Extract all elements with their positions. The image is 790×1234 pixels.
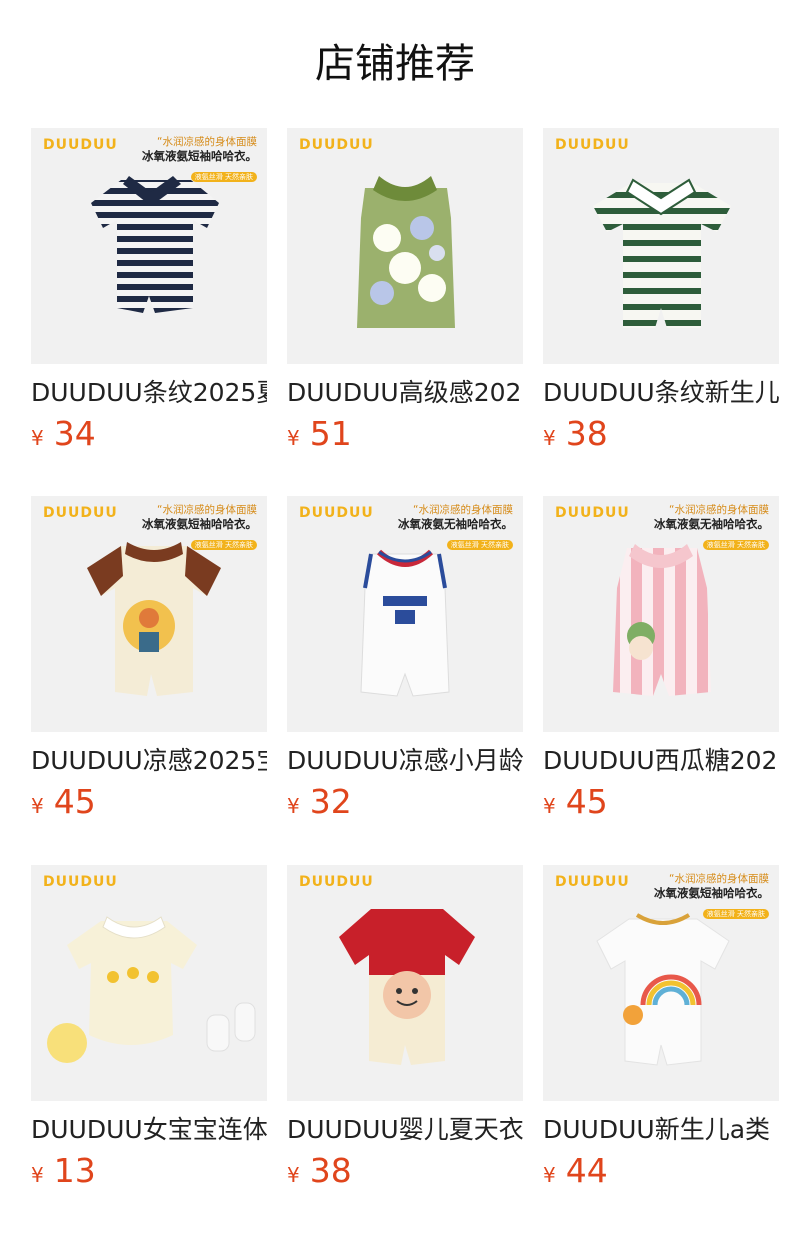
brand-logo: DUUDUU [299, 137, 374, 153]
brand-logo: DUUDUU [555, 505, 630, 521]
brand-logo: DUUDUU [299, 505, 374, 521]
promo-text: “水润凉感的身体面膜 冰氧液氨短袖哈哈衣。 液氨丝滑 天然亲肤 [142, 136, 257, 183]
currency-symbol: ¥ [31, 794, 44, 818]
promo-text: “水润凉感的身体面膜 冰氧液氨短袖哈哈衣。 液氨丝滑 天然亲肤 [142, 504, 257, 551]
product-image[interactable]: DUUDUU [543, 128, 779, 364]
price-value: 34 [53, 414, 96, 453]
product-price: ¥ 34 [31, 414, 267, 454]
product-name[interactable]: DUUDUU婴儿夏天衣 [287, 1113, 523, 1147]
currency-symbol: ¥ [31, 1163, 44, 1187]
product-image[interactable]: DUUDUU “水润凉感的身体面膜 冰氧液氨无袖哈哈衣。 液氨丝滑 天然亲肤 [287, 496, 523, 732]
product-card[interactable]: DUUDUU DUUDUU女宝宝连体 ¥ 13 [31, 865, 267, 1191]
green-striped-romper-icon [593, 178, 731, 328]
product-image[interactable]: DUUDUU [31, 865, 267, 1101]
currency-symbol: ¥ [287, 1163, 300, 1187]
brand-logo: DUUDUU [43, 874, 118, 890]
product-card[interactable]: DUUDUU “水润凉感的身体面膜 冰氧液氨短袖哈哈衣。 液氨丝滑 天然亲肤 D… [31, 128, 267, 454]
currency-symbol: ¥ [287, 794, 300, 818]
product-price: ¥ 51 [287, 414, 523, 454]
brand-logo: DUUDUU [555, 874, 630, 890]
product-image[interactable]: DUUDUU [287, 865, 523, 1101]
product-image[interactable]: DUUDUU “水润凉感的身体面膜 冰氧液氨短袖哈哈衣。 液氨丝滑 天然亲肤 [543, 865, 779, 1101]
brand-logo: DUUDUU [43, 505, 118, 521]
product-card[interactable]: DUUDUU DUUDUU高级感202 ¥ 51 [287, 128, 523, 454]
product-price: ¥ 45 [543, 782, 779, 822]
floral-sleeveless-romper-icon [357, 176, 455, 328]
price-value: 45 [565, 782, 608, 821]
price-value: 13 [53, 1151, 96, 1190]
product-image[interactable]: DUUDUU “水润凉感的身体面膜 冰氧液氨短袖哈哈衣。 液氨丝滑 天然亲肤 [31, 128, 267, 364]
product-image[interactable]: DUUDUU “水润凉感的身体面膜 冰氧液氨无袖哈哈衣。 液氨丝滑 天然亲肤 [543, 496, 779, 732]
product-card[interactable]: DUUDUU “水润凉感的身体面膜 冰氧液氨无袖哈哈衣。 液氨丝滑 天然亲肤 D… [543, 496, 779, 822]
price-value: 32 [309, 782, 352, 821]
price-value: 45 [53, 782, 96, 821]
currency-symbol: ¥ [31, 426, 44, 450]
product-name[interactable]: DUUDUU西瓜糖202 [543, 744, 779, 778]
currency-symbol: ¥ [543, 794, 556, 818]
red-baby-romper-icon [339, 909, 475, 1065]
product-name[interactable]: DUUDUU条纹新生儿 [543, 376, 779, 410]
product-price: ¥ 38 [543, 414, 779, 454]
price-value: 38 [309, 1151, 352, 1190]
product-name[interactable]: DUUDUU条纹2025夏 [31, 376, 267, 410]
brand-logo: DUUDUU [43, 137, 118, 153]
currency-symbol: ¥ [543, 1163, 556, 1187]
product-image[interactable]: DUUDUU [287, 128, 523, 364]
promo-text: “水润凉感的身体面膜 冰氧液氨短袖哈哈衣。 液氨丝滑 天然亲肤 [654, 873, 769, 920]
product-name[interactable]: DUUDUU凉感小月龄 [287, 744, 523, 778]
product-image[interactable]: DUUDUU “水润凉感的身体面膜 冰氧液氨短袖哈哈衣。 液氨丝滑 天然亲肤 [31, 496, 267, 732]
product-price: ¥ 38 [287, 1151, 523, 1191]
product-price: ¥ 32 [287, 782, 523, 822]
product-card[interactable]: DUUDUU DUUDUU条纹新生儿 ¥ 38 [543, 128, 779, 454]
price-value: 44 [565, 1151, 608, 1190]
section-title: 店铺推荐 [315, 41, 475, 87]
currency-symbol: ¥ [287, 426, 300, 450]
product-price: ¥ 45 [31, 782, 267, 822]
price-value: 38 [565, 414, 608, 453]
product-card[interactable]: DUUDUU “水润凉感的身体面膜 冰氧液氨短袖哈哈衣。 液氨丝滑 天然亲肤 D… [543, 865, 779, 1191]
price-value: 51 [309, 414, 352, 453]
product-name[interactable]: DUUDUU高级感202 [287, 376, 523, 410]
product-card[interactable]: DUUDUU “水润凉感的身体面膜 冰氧液氨无袖哈哈衣。 液氨丝滑 天然亲肤 D… [287, 496, 523, 822]
product-name[interactable]: DUUDUU凉感2025宝 [31, 744, 267, 778]
promo-text: “水润凉感的身体面膜 冰氧液氨无袖哈哈衣。 液氨丝滑 天然亲肤 [398, 504, 513, 551]
product-name[interactable]: DUUDUU女宝宝连体 [31, 1113, 267, 1147]
product-card[interactable]: DUUDUU DUUDUU婴儿夏天衣 ¥ 38 [287, 865, 523, 1191]
product-card[interactable]: DUUDUU “水润凉感的身体面膜 冰氧液氨短袖哈哈衣。 液氨丝滑 天然亲肤 D… [31, 496, 267, 822]
brand-logo: DUUDUU [555, 137, 630, 153]
product-price: ¥ 44 [543, 1151, 779, 1191]
brand-logo: DUUDUU [299, 874, 374, 890]
currency-symbol: ¥ [543, 426, 556, 450]
product-price: ¥ 13 [31, 1151, 267, 1191]
promo-text: “水润凉感的身体面膜 冰氧液氨无袖哈哈衣。 液氨丝滑 天然亲肤 [654, 504, 769, 551]
flower-bodysuit-set-icon [47, 916, 256, 1063]
product-name[interactable]: DUUDUU新生儿a类 [543, 1113, 779, 1147]
